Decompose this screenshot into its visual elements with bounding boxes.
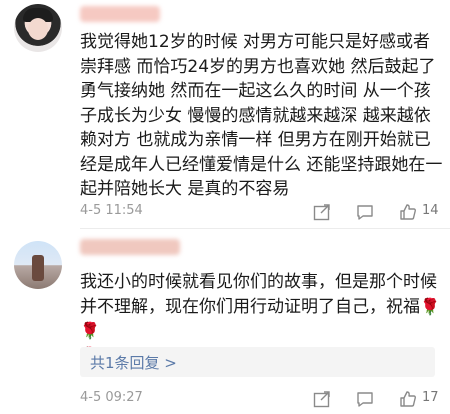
avatar[interactable] [14, 4, 62, 52]
username-redacted[interactable] [80, 6, 160, 22]
comment-body: 我还小的时候就看见你们的故事，但是那个时候并不理解，现在你们用行动证明了自己，祝… [80, 272, 437, 317]
like-count: 17 [422, 390, 439, 405]
comment-timestamp: 4-5 09:27 [80, 390, 143, 405]
avatar-figure [32, 255, 44, 281]
share-icon[interactable] [312, 202, 332, 222]
rose-emoji: 🌹 [420, 296, 440, 316]
thumbs-up-icon[interactable] [398, 389, 418, 409]
comment-footer: 4-5 09:27 17 [80, 387, 440, 411]
comment-item: 我觉得她12岁的时候 对男方可能只是好感或者崇拜感 而恰巧24岁的男方也喜欢她 … [0, 0, 450, 228]
username-redacted[interactable] [80, 239, 180, 255]
comment-text: 我觉得她12岁的时候 对男方可能只是好感或者崇拜感 而恰巧24岁的男方也喜欢她 … [80, 32, 443, 199]
thumbs-up-icon[interactable] [398, 202, 418, 222]
comment-item: 我还小的时候就看见你们的故事，但是那个时候并不理解，现在你们用行动证明了自己，祝… [0, 229, 450, 414]
comment-footer: 4-5 11:54 14 [80, 200, 440, 224]
share-icon[interactable] [312, 389, 332, 409]
comment-icon[interactable] [355, 389, 375, 409]
avatar-face [28, 18, 48, 40]
reply-summary[interactable]: 共1条回复 > [80, 347, 435, 377]
like-count: 14 [422, 203, 439, 218]
view-replies-link[interactable]: 共1条回复 > [90, 352, 177, 373]
avatar[interactable] [14, 241, 62, 289]
comment-icon[interactable] [355, 202, 375, 222]
comment-timestamp: 4-5 11:54 [80, 203, 143, 218]
rose-emoji: 🌹 [80, 321, 100, 340]
